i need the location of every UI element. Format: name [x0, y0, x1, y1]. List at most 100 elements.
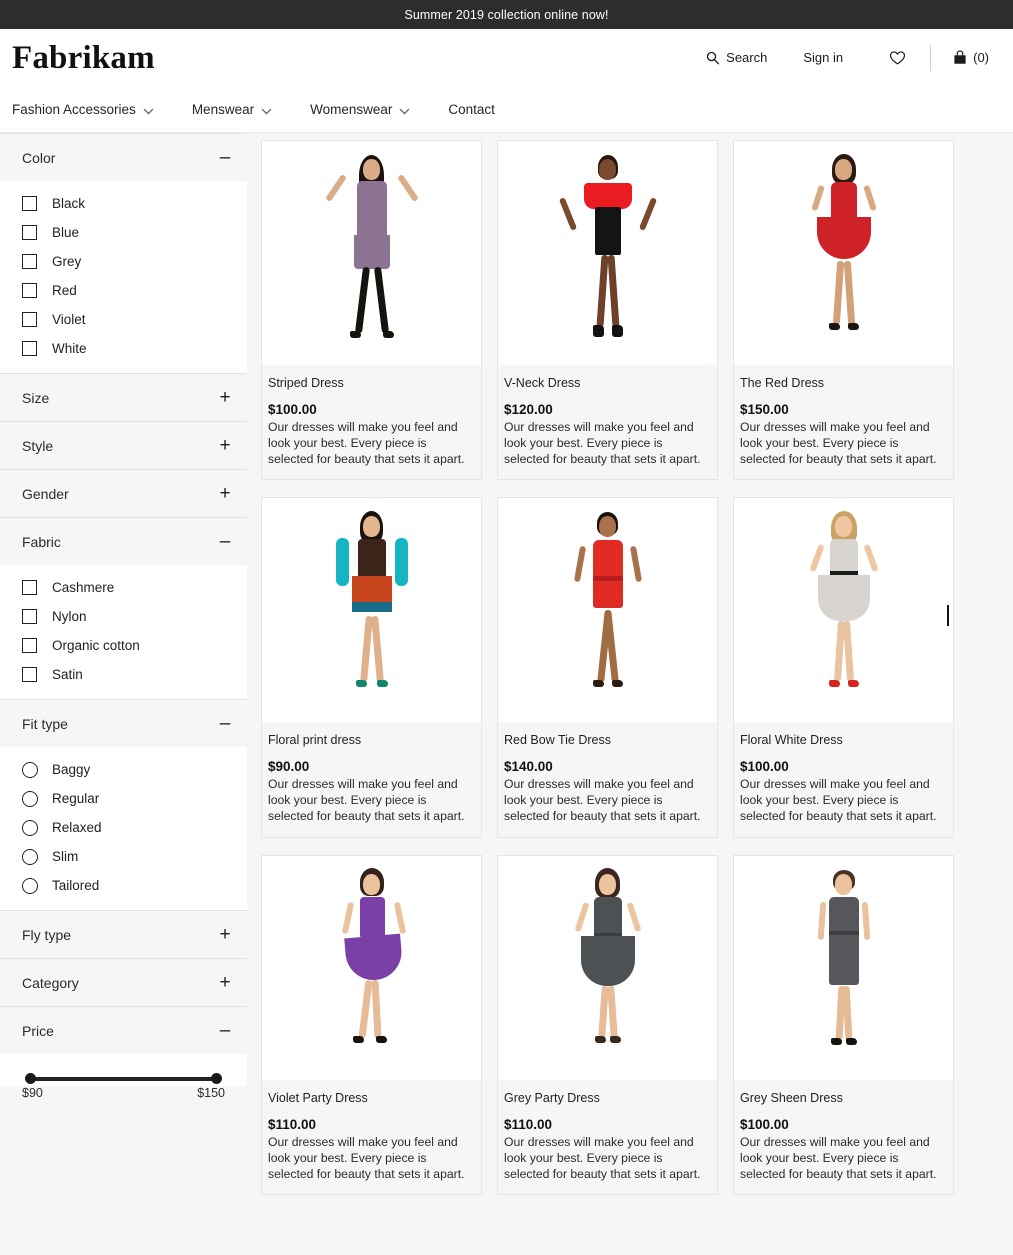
filter-option-relaxed[interactable]: Relaxed [0, 813, 247, 842]
filter-option-white[interactable]: White [0, 334, 247, 363]
product-image[interactable] [498, 856, 717, 1080]
product-card[interactable]: V-Neck Dress $120.00 Our dresses will ma… [497, 140, 718, 480]
filter-option-cashmere[interactable]: Cashmere [0, 573, 247, 602]
filter-option-violet[interactable]: Violet [0, 305, 247, 334]
promo-banner: Summer 2019 collection online now! [0, 0, 1013, 29]
nav-item-menswear[interactable]: Menswear [192, 93, 272, 126]
checkbox-icon[interactable] [22, 196, 37, 211]
expand-icon[interactable]: + [217, 388, 233, 407]
checkbox-icon[interactable] [22, 580, 37, 595]
collapse-icon[interactable]: – [217, 1021, 233, 1040]
sign-in-link[interactable]: Sign in [793, 44, 853, 71]
filter-option-satin[interactable]: Satin [0, 660, 247, 689]
filter-header-gender[interactable]: Gender + [0, 469, 247, 517]
product-image[interactable] [262, 856, 481, 1080]
product-image[interactable] [734, 856, 953, 1080]
price-slider-track[interactable] [25, 1076, 222, 1082]
wishlist-button[interactable] [879, 44, 916, 72]
expand-icon[interactable]: + [217, 484, 233, 503]
radio-icon[interactable] [22, 820, 38, 836]
checkbox-icon[interactable] [22, 312, 37, 327]
checkbox-icon[interactable] [22, 667, 37, 682]
heart-icon [889, 50, 906, 66]
product-card[interactable]: Striped Dress $100.00 Our dresses will m… [261, 140, 482, 480]
product-image[interactable] [498, 141, 717, 365]
dress-illustration [789, 866, 899, 1072]
search-icon [706, 51, 720, 65]
filter-option-baggy[interactable]: Baggy [0, 755, 247, 784]
filter-option-tailored[interactable]: Tailored [0, 871, 247, 900]
product-image[interactable] [734, 498, 953, 722]
product-card[interactable]: Grey Sheen Dress $100.00 Our dresses wil… [733, 855, 954, 1195]
nav-item-contact[interactable]: Contact [448, 94, 495, 125]
product-price: $100.00 [268, 402, 475, 417]
filter-header-category[interactable]: Category + [0, 958, 247, 1006]
filter-header-size[interactable]: Size + [0, 373, 247, 421]
product-price: $100.00 [740, 759, 947, 774]
nav-label: Contact [448, 102, 495, 117]
filter-header-price[interactable]: Price – [0, 1006, 247, 1054]
expand-icon[interactable]: + [217, 973, 233, 992]
filter-option-red[interactable]: Red [0, 276, 247, 305]
product-card[interactable]: Floral print dress $90.00 Our dresses wi… [261, 497, 482, 837]
filter-title: Fabric [22, 534, 217, 550]
product-card[interactable]: Violet Party Dress $110.00 Our dresses w… [261, 855, 482, 1195]
filter-option-slim[interactable]: Slim [0, 842, 247, 871]
product-image[interactable] [262, 141, 481, 365]
product-card[interactable]: Floral White Dress $100.00 Our dresses w… [733, 497, 954, 837]
filter-option-grey[interactable]: Grey [0, 247, 247, 276]
checkbox-icon[interactable] [22, 341, 37, 356]
filter-group-color: Color – Black Blue Grey Red [0, 133, 247, 373]
dress-illustration [789, 508, 899, 714]
filter-header-fit-type[interactable]: Fit type – [0, 699, 247, 747]
filter-option-label: Satin [52, 667, 83, 682]
product-description: Our dresses will make you feel and look … [740, 776, 947, 824]
expand-icon[interactable]: + [217, 436, 233, 455]
price-slider[interactable] [0, 1054, 247, 1086]
radio-icon[interactable] [22, 849, 38, 865]
price-slider-max-handle[interactable] [211, 1073, 222, 1084]
nav-item-womenswear[interactable]: Womenswear [310, 93, 410, 126]
radio-icon[interactable] [22, 878, 38, 894]
chevron-down-icon [399, 103, 410, 118]
text-cursor-caret [947, 605, 949, 626]
nav-item-fashion-accessories[interactable]: Fashion Accessories [12, 93, 154, 126]
collapse-icon[interactable]: – [217, 532, 233, 551]
filter-header-fabric[interactable]: Fabric – [0, 517, 247, 565]
filter-option-organic-cotton[interactable]: Organic cotton [0, 631, 247, 660]
checkbox-icon[interactable] [22, 609, 37, 624]
collapse-icon[interactable]: – [217, 148, 233, 167]
brand-logo[interactable]: Fabrikam [12, 42, 155, 75]
filter-header-style[interactable]: Style + [0, 421, 247, 469]
filter-option-label: Grey [52, 254, 81, 269]
filter-option-regular[interactable]: Regular [0, 784, 247, 813]
product-card[interactable]: The Red Dress $150.00 Our dresses will m… [733, 140, 954, 480]
product-image[interactable] [734, 141, 953, 365]
expand-icon[interactable]: + [217, 925, 233, 944]
filter-option-nylon[interactable]: Nylon [0, 602, 247, 631]
filter-title: Color [22, 150, 217, 166]
product-image[interactable] [498, 498, 717, 722]
checkbox-icon[interactable] [22, 225, 37, 240]
filter-option-label: Tailored [52, 878, 99, 893]
search-button[interactable]: Search [696, 44, 777, 71]
product-card[interactable]: Red Bow Tie Dress $140.00 Our dresses wi… [497, 497, 718, 837]
product-info: Grey Party Dress $110.00 Our dresses wil… [498, 1080, 717, 1194]
filter-option-label: White [52, 341, 87, 356]
checkbox-icon[interactable] [22, 254, 37, 269]
cart-button[interactable]: (0) [943, 44, 999, 71]
radio-icon[interactable] [22, 762, 38, 778]
product-card[interactable]: Grey Party Dress $110.00 Our dresses wil… [497, 855, 718, 1195]
price-slider-min-handle[interactable] [25, 1073, 36, 1084]
filter-option-label: Blue [52, 225, 79, 240]
product-image[interactable] [262, 498, 481, 722]
filter-header-color[interactable]: Color – [0, 133, 247, 181]
filter-option-blue[interactable]: Blue [0, 218, 247, 247]
checkbox-icon[interactable] [22, 638, 37, 653]
collapse-icon[interactable]: – [217, 714, 233, 733]
radio-icon[interactable] [22, 791, 38, 807]
filter-group-gender: Gender + [0, 469, 247, 517]
filter-option-black[interactable]: Black [0, 189, 247, 218]
checkbox-icon[interactable] [22, 283, 37, 298]
filter-header-fly-type[interactable]: Fly type + [0, 910, 247, 958]
